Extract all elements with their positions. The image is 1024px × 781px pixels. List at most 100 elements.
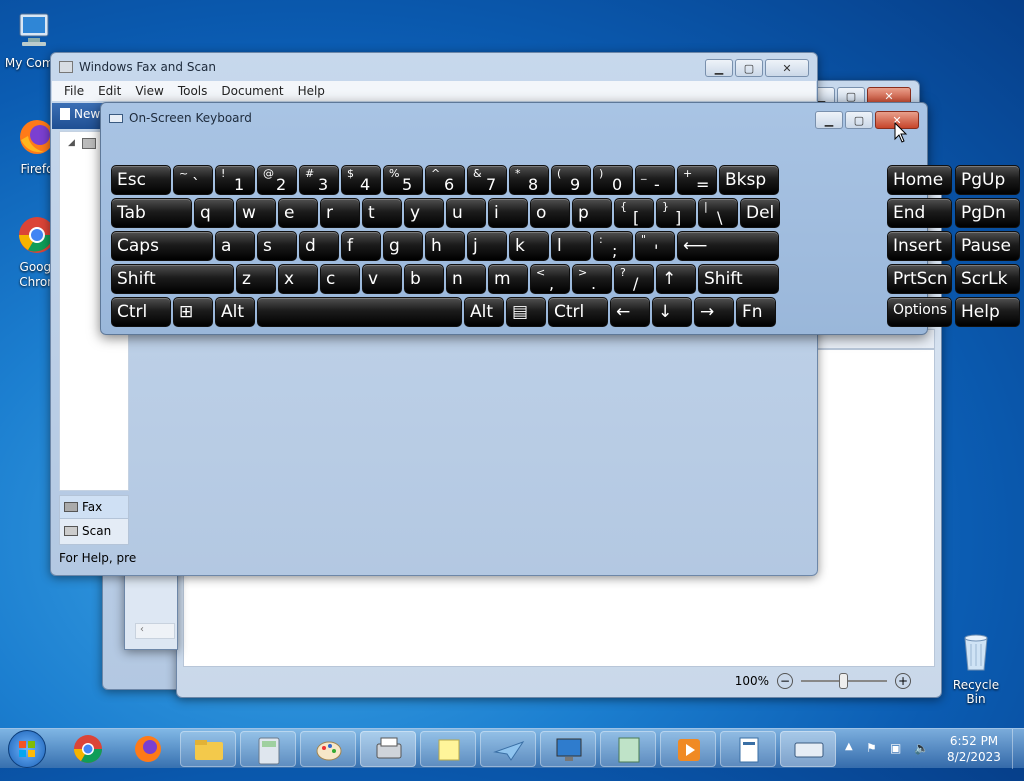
key-0-16[interactable]: PgUp bbox=[955, 165, 1020, 195]
key-1-10[interactable]: p bbox=[572, 198, 612, 228]
key-0-0[interactable]: Esc bbox=[111, 165, 171, 195]
key-1-15[interactable]: End bbox=[887, 198, 952, 228]
key-1-9[interactable]: o bbox=[530, 198, 570, 228]
key-3-0[interactable]: Shift bbox=[111, 264, 234, 294]
taskbar-remote-desktop[interactable] bbox=[540, 731, 596, 767]
menu-help[interactable]: Help bbox=[298, 84, 325, 98]
key-1-2[interactable]: w bbox=[236, 198, 276, 228]
taskbar-chrome[interactable] bbox=[68, 733, 108, 765]
key-3-2[interactable]: x bbox=[278, 264, 318, 294]
key-1-12[interactable]: }] bbox=[656, 198, 696, 228]
zoom-slider-thumb[interactable] bbox=[839, 673, 848, 689]
key-0-12[interactable]: _ - bbox=[635, 165, 675, 195]
taskbar-fax-scan[interactable] bbox=[360, 731, 416, 767]
key-0-6[interactable]: % 5 bbox=[383, 165, 423, 195]
key-1-13[interactable]: | \ bbox=[698, 198, 738, 228]
key-0-14[interactable]: Bksp bbox=[719, 165, 779, 195]
key-0-8[interactable]: & 7 bbox=[467, 165, 507, 195]
key-1-7[interactable]: u bbox=[446, 198, 486, 228]
taskbar-paint[interactable] bbox=[300, 731, 356, 767]
key-4-1[interactable]: ⊞ bbox=[173, 297, 213, 327]
key-3-3[interactable]: c bbox=[320, 264, 360, 294]
horizontal-scrollbar[interactable]: ‹ bbox=[135, 623, 175, 639]
taskbar-app-plane[interactable] bbox=[480, 731, 536, 767]
key-0-9[interactable]: * 8 bbox=[509, 165, 549, 195]
volume-muted-icon[interactable]: 🔈 bbox=[914, 741, 929, 781]
key-1-4[interactable]: r bbox=[320, 198, 360, 228]
key-1-14[interactable]: Del bbox=[740, 198, 780, 228]
key-0-1[interactable]: ~ ` bbox=[173, 165, 213, 195]
key-4-4[interactable]: Alt bbox=[464, 297, 504, 327]
minimize-button[interactable]: ▁ bbox=[705, 59, 733, 77]
key-4-12[interactable]: Help bbox=[955, 297, 1020, 327]
nav-item-scan[interactable]: Scan bbox=[60, 519, 128, 542]
key-2-6[interactable]: h bbox=[425, 231, 465, 261]
key-1-3[interactable]: e bbox=[278, 198, 318, 228]
close-button[interactable]: ✕ bbox=[765, 59, 809, 77]
key-4-2[interactable]: Alt bbox=[215, 297, 255, 327]
key-3-4[interactable]: v bbox=[362, 264, 402, 294]
key-2-1[interactable]: a bbox=[215, 231, 255, 261]
key-2-3[interactable]: d bbox=[299, 231, 339, 261]
key-4-7[interactable]: ← bbox=[610, 297, 650, 327]
key-4-10[interactable]: Fn bbox=[736, 297, 776, 327]
key-2-5[interactable]: g bbox=[383, 231, 423, 261]
key-0-3[interactable]: @2 bbox=[257, 165, 297, 195]
key-2-14[interactable]: Pause bbox=[955, 231, 1020, 261]
key-4-5[interactable]: ▤ bbox=[506, 297, 546, 327]
key-1-5[interactable]: t bbox=[362, 198, 402, 228]
show-desktop-button[interactable] bbox=[1012, 729, 1024, 769]
key-4-11[interactable]: Options bbox=[887, 297, 952, 327]
menu-edit[interactable]: Edit bbox=[98, 84, 121, 98]
key-2-0[interactable]: Caps bbox=[111, 231, 213, 261]
key-2-9[interactable]: l bbox=[551, 231, 591, 261]
key-3-11[interactable]: ↑ bbox=[656, 264, 696, 294]
key-0-13[interactable]: + = bbox=[677, 165, 717, 195]
key-3-7[interactable]: m bbox=[488, 264, 528, 294]
zoom-in-icon[interactable]: + bbox=[895, 673, 911, 689]
menu-document[interactable]: Document bbox=[221, 84, 283, 98]
key-0-11[interactable]: ) 0 bbox=[593, 165, 633, 195]
nav-item-fax[interactable]: Fax bbox=[60, 496, 128, 519]
key-1-1[interactable]: q bbox=[194, 198, 234, 228]
network-icon[interactable]: ▣ bbox=[890, 741, 901, 781]
key-1-6[interactable]: y bbox=[404, 198, 444, 228]
key-1-8[interactable]: i bbox=[488, 198, 528, 228]
key-2-10[interactable]: :; bbox=[593, 231, 633, 261]
key-3-14[interactable]: ScrLk bbox=[955, 264, 1020, 294]
key-2-13[interactable]: Insert bbox=[887, 231, 952, 261]
key-1-16[interactable]: PgDn bbox=[955, 198, 1020, 228]
menu-file[interactable]: File bbox=[64, 84, 84, 98]
zoom-slider[interactable] bbox=[801, 673, 887, 689]
key-2-2[interactable]: s bbox=[257, 231, 297, 261]
taskbar-journal[interactable] bbox=[600, 731, 656, 767]
key-2-7[interactable]: j bbox=[467, 231, 507, 261]
key-0-15[interactable]: Home bbox=[887, 165, 952, 195]
taskbar-calculator[interactable] bbox=[240, 731, 296, 767]
key-4-6[interactable]: Ctrl bbox=[548, 297, 608, 327]
taskbar-wordpad[interactable] bbox=[720, 731, 776, 767]
key-0-4[interactable]: #3 bbox=[299, 165, 339, 195]
key-0-10[interactable]: (9 bbox=[551, 165, 591, 195]
start-button[interactable] bbox=[8, 730, 46, 768]
key-2-4[interactable]: f bbox=[341, 231, 381, 261]
key-4-0[interactable]: Ctrl bbox=[111, 297, 171, 327]
key-2-11[interactable]: " ' bbox=[635, 231, 675, 261]
taskbar-firefox[interactable] bbox=[128, 733, 168, 765]
desktop-icon-recycle-bin[interactable]: Recycle Bin bbox=[942, 630, 1010, 706]
key-2-12[interactable]: ⟵ bbox=[677, 231, 779, 261]
key-1-0[interactable]: Tab bbox=[111, 198, 192, 228]
clock[interactable]: 6:52 PM 8/2/2023 bbox=[944, 733, 1004, 773]
key-3-12[interactable]: Shift bbox=[698, 264, 779, 294]
zoom-out-icon[interactable]: − bbox=[777, 673, 793, 689]
menu-tools[interactable]: Tools bbox=[178, 84, 208, 98]
expand-icon[interactable]: ◢ bbox=[68, 138, 75, 148]
taskbar-explorer[interactable] bbox=[180, 731, 236, 767]
key-0-7[interactable]: ^ 6 bbox=[425, 165, 465, 195]
taskbar-media-player[interactable] bbox=[660, 731, 716, 767]
key-3-8[interactable]: <, bbox=[530, 264, 570, 294]
key-3-6[interactable]: n bbox=[446, 264, 486, 294]
show-hidden-icons-icon[interactable]: ▲ bbox=[845, 741, 853, 781]
maximize-button[interactable]: ▢ bbox=[735, 59, 763, 77]
key-3-5[interactable]: b bbox=[404, 264, 444, 294]
